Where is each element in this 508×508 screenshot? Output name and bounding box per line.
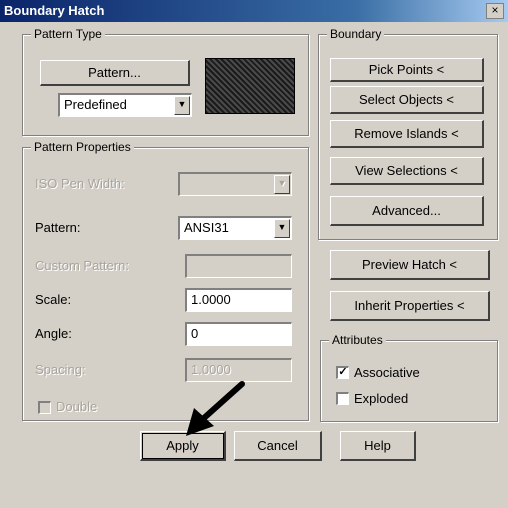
pattern-label: Pattern: xyxy=(35,220,81,235)
iso-pen-width-select: ▼ xyxy=(178,172,292,196)
close-icon[interactable]: × xyxy=(486,3,504,19)
pattern-type-value: Predefined xyxy=(64,97,127,112)
angle-label: Angle: xyxy=(35,326,72,341)
custom-pattern-label: Custom Pattern: xyxy=(35,258,129,273)
inherit-properties-button[interactable]: Inherit Properties < xyxy=(330,291,490,321)
view-selections-button[interactable]: View Selections < xyxy=(330,157,484,185)
associative-label[interactable]: Associative xyxy=(354,365,420,380)
chevron-down-icon[interactable]: ▼ xyxy=(274,219,290,238)
remove-islands-button[interactable]: Remove Islands < xyxy=(330,120,484,148)
hatch-swatch-icon[interactable] xyxy=(205,58,295,114)
associative-checkbox[interactable]: ✓ xyxy=(336,366,349,379)
scale-field[interactable]: 1.0000 xyxy=(185,288,292,312)
title-bar[interactable]: Boundary Hatch × xyxy=(0,0,508,22)
chevron-down-icon: ▼ xyxy=(274,175,290,194)
pattern-button[interactable]: Pattern... xyxy=(40,60,190,86)
boundary-hatch-dialog: Boundary Hatch × Pattern Type Pattern...… xyxy=(0,0,508,508)
spacing-label: Spacing: xyxy=(35,362,86,377)
iso-pen-width-label: ISO Pen Width: xyxy=(35,176,125,191)
preview-hatch-button[interactable]: Preview Hatch < xyxy=(330,250,490,280)
checkmark-icon: ✓ xyxy=(338,366,348,378)
exploded-checkbox[interactable] xyxy=(336,392,349,405)
pick-points-button[interactable]: Pick Points < xyxy=(330,58,484,82)
attributes-legend: Attributes xyxy=(329,333,386,347)
custom-pattern-field xyxy=(185,254,292,278)
chevron-down-icon[interactable]: ▼ xyxy=(174,96,190,115)
help-button[interactable]: Help xyxy=(340,431,416,461)
angle-field[interactable]: 0 xyxy=(185,322,292,346)
select-objects-button[interactable]: Select Objects < xyxy=(330,86,484,114)
pattern-type-legend: Pattern Type xyxy=(31,27,105,41)
attributes-group: Attributes xyxy=(320,333,498,422)
double-checkbox xyxy=(38,401,51,414)
exploded-label[interactable]: Exploded xyxy=(354,391,408,406)
pattern-properties-legend: Pattern Properties xyxy=(31,140,134,154)
pattern-value: ANSI31 xyxy=(184,220,229,235)
window-title: Boundary Hatch xyxy=(4,3,105,18)
spacing-field: 1.0000 xyxy=(185,358,292,382)
double-label: Double xyxy=(56,399,98,414)
scale-label: Scale: xyxy=(35,292,72,307)
pattern-select[interactable]: ANSI31 ▼ xyxy=(178,216,292,240)
boundary-legend: Boundary xyxy=(327,27,385,41)
advanced-button[interactable]: Advanced... xyxy=(330,196,484,226)
pattern-type-select[interactable]: Predefined ▼ xyxy=(58,93,192,117)
arrow-pointer-icon xyxy=(186,381,245,436)
